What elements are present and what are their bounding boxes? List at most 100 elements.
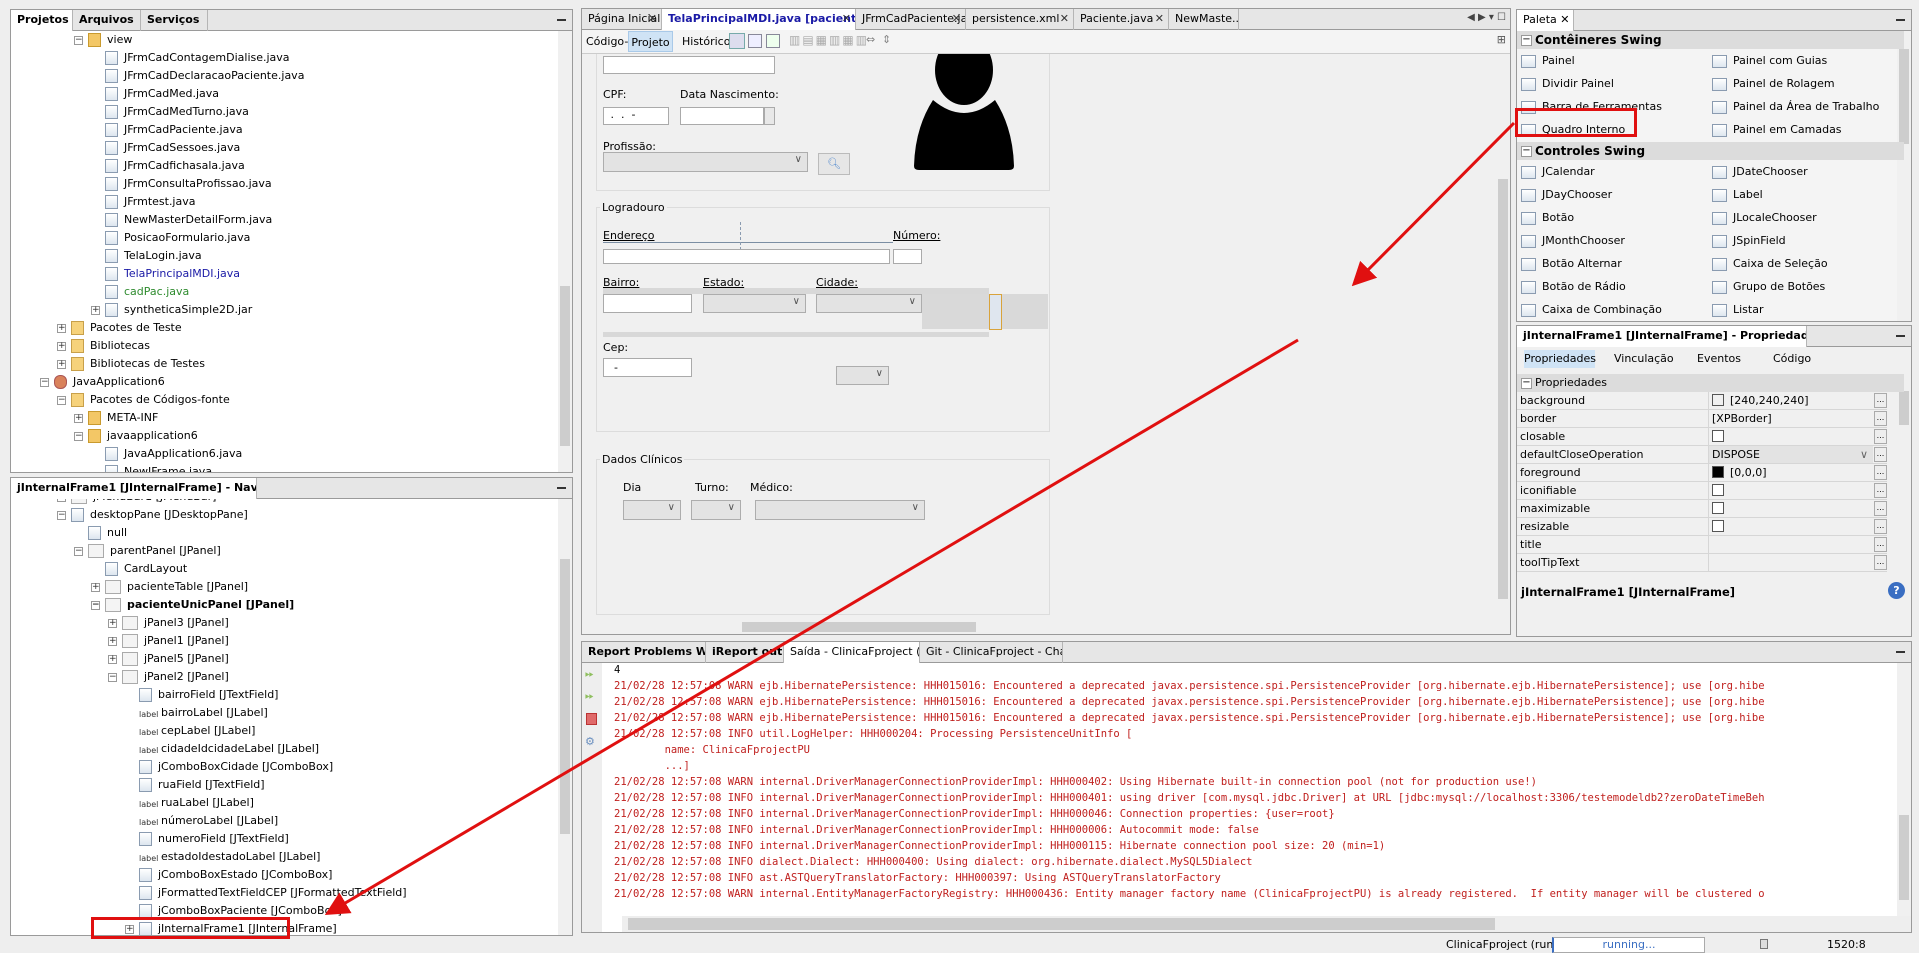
palette-item[interactable]: Listar [1712, 298, 1764, 321]
tree-item[interactable]: label estadoIdestadoLabel [JLabel] [139, 848, 320, 866]
projects-scrollbar[interactable] [558, 31, 572, 472]
cep-field[interactable]: - [603, 358, 692, 377]
tree-item[interactable]: − jPanel2 [JPanel] [108, 668, 229, 686]
tree-item[interactable]: JFrmCadContagemDialise.java [105, 49, 290, 67]
palette-item[interactable]: JLocaleChooser [1712, 206, 1817, 229]
selection-mode-icon[interactable] [729, 33, 745, 49]
tab-properties[interactable]: jInternalFrame1 [JInternalFrame] - Propr… [1517, 326, 1807, 347]
number-field[interactable] [893, 249, 922, 264]
tree-item[interactable]: label bairroLabel [JLabel] [139, 704, 268, 722]
resize-horizontal-icon[interactable]: ⇔ [866, 33, 875, 46]
scroll-thumb[interactable] [742, 622, 976, 632]
tree-item[interactable]: label númeroLabel [JLabel] [139, 812, 278, 830]
tree-item[interactable]: JFrmtest.java [105, 193, 195, 211]
tree-item[interactable]: + pacienteTable [JPanel] [91, 578, 248, 596]
tree-item[interactable]: + jPanel1 [JPanel] [108, 632, 229, 650]
tree-item[interactable]: jComboBoxEstado [JComboBox] [139, 866, 332, 884]
editor-hscrollbar[interactable] [582, 620, 1496, 634]
palette-item[interactable]: Painel com Guias [1712, 49, 1827, 72]
property-row[interactable]: maximizable... [1517, 500, 1887, 518]
ellipsis-button[interactable]: ... [1874, 555, 1887, 570]
scroll-thumb[interactable] [628, 918, 1495, 930]
scroll-thumb[interactable] [1899, 391, 1909, 425]
tree-item[interactable]: + jMenuBar1 [JMenuBar] [57, 499, 216, 506]
checkbox[interactable] [1712, 484, 1724, 496]
tree-item[interactable]: − JavaApplication6 [40, 373, 165, 391]
close-icon[interactable]: ✕ [842, 9, 851, 29]
tree-item[interactable]: numeroField [JTextField] [139, 830, 289, 848]
chevron-down-icon[interactable]: ∨ [1860, 446, 1868, 463]
preview-icon[interactable] [766, 34, 780, 48]
prop-tab-eventos[interactable]: Eventos [1697, 352, 1741, 365]
tree-item[interactable]: ruaField [JTextField] [139, 776, 265, 794]
expand-icon[interactable]: + [57, 324, 66, 333]
tab-servicos[interactable]: Serviços [141, 10, 208, 31]
tab-saida[interactable]: Saída - ClinicaFproject (run) ✕ [784, 642, 920, 663]
collapse-icon[interactable]: − [74, 547, 83, 556]
tab-paleta[interactable]: Paleta ✕ [1517, 10, 1574, 31]
tab-ireport-output[interactable]: iReport output [706, 642, 784, 663]
help-icon[interactable]: ? [1888, 582, 1905, 599]
collapse-icon[interactable]: − [108, 673, 117, 682]
collapse-icon[interactable]: − [40, 378, 49, 387]
palette-item[interactable]: Dividir Painel [1521, 72, 1614, 95]
city-combobox[interactable] [816, 294, 922, 313]
properties-section[interactable]: Propriedades [1517, 374, 1904, 392]
tree-item[interactable]: jComboBoxCidade [JComboBox] [139, 758, 333, 776]
ellipsis-button[interactable]: ... [1874, 465, 1887, 480]
palette-item[interactable]: Painel da Área de Trabalho [1712, 95, 1879, 118]
editor-tab[interactable]: Paciente.java ✕ [1074, 9, 1169, 30]
tree-item[interactable]: + syntheticaSimple2D.jar [91, 301, 252, 319]
palette-item[interactable]: JDateChooser [1712, 160, 1808, 183]
tree-item[interactable]: JFrmConsultaProfissao.java [105, 175, 272, 193]
palette-category[interactable]: Contêineres Swing [1517, 31, 1904, 49]
minimize-icon[interactable] [1896, 19, 1905, 21]
tree-item[interactable]: TelaPrincipalMDI.java [105, 265, 240, 283]
palette-item[interactable]: Caixa de Seleção [1712, 252, 1828, 275]
property-value[interactable]: [240,240,240] [1708, 392, 1873, 409]
tree-item[interactable]: − Pacotes de Códigos-fonte [57, 391, 230, 409]
collapse-icon[interactable]: − [74, 36, 83, 45]
internal-frame-component[interactable] [989, 294, 1002, 330]
palette-item[interactable]: Botão de Rádio [1521, 275, 1626, 298]
palette-item[interactable]: Painel [1521, 49, 1575, 72]
tab-navigator[interactable]: jInternalFrame1 [JInternalFrame] - Naveg… [11, 478, 257, 499]
ellipsis-button[interactable]: ... [1874, 537, 1887, 552]
calendar-icon[interactable] [764, 107, 775, 125]
checkbox[interactable] [1712, 502, 1724, 514]
tree-item[interactable]: + jPanel5 [JPanel] [108, 650, 229, 668]
tree-item[interactable]: PosicaoFormulario.java [105, 229, 250, 247]
tree-item[interactable]: − pacienteUnicPanel [JPanel] [91, 596, 294, 614]
cpf-field[interactable]: . . - [603, 107, 669, 125]
minimize-icon[interactable] [557, 19, 566, 21]
editor-tab[interactable]: TelaPrincipalMDI.java [pacienteUnicPanel… [662, 9, 856, 30]
rerun-icon[interactable]: ⏩︎ [585, 667, 594, 681]
tree-item[interactable]: cadPac.java [105, 283, 189, 301]
prop-tab-propriedades[interactable]: Propriedades [1524, 350, 1596, 368]
ellipsis-button[interactable]: ... [1874, 411, 1887, 426]
palette-item[interactable]: Botão [1521, 206, 1574, 229]
close-icon[interactable]: ✕ [1060, 9, 1069, 29]
search-button[interactable]: 🔍︎ [818, 153, 850, 175]
close-icon[interactable]: ✕ [1155, 9, 1164, 29]
minimize-icon[interactable] [557, 487, 566, 489]
editor-tab[interactable]: Página Inicial ✕ [582, 9, 662, 30]
editor-tab[interactable]: JFrmCadPaciente.java✕ [856, 9, 966, 30]
view-projeto[interactable]: Projeto [628, 31, 673, 52]
tree-item[interactable]: JFrmCadMed.java [105, 85, 219, 103]
tree-item[interactable]: label cidadeIdcidadeLabel [JLabel] [139, 740, 319, 758]
close-icon[interactable]: ✕ [1560, 13, 1569, 26]
palette-item[interactable]: JSpinField [1712, 229, 1786, 252]
tab-report-problems[interactable]: Report Problems Window [582, 642, 706, 663]
street-field[interactable] [603, 249, 890, 264]
palette-item[interactable]: Botão Alternar [1521, 252, 1622, 275]
district-field[interactable] [603, 294, 692, 313]
property-value[interactable] [1708, 482, 1873, 499]
property-row[interactable]: border [XPBorder]... [1517, 410, 1887, 428]
property-value[interactable]: [XPBorder] [1708, 410, 1873, 427]
prop-tab-codigo[interactable]: Código [1773, 352, 1811, 365]
tree-item[interactable]: + Bibliotecas [57, 337, 150, 355]
ellipsis-button[interactable]: ... [1874, 393, 1887, 408]
tree-item[interactable]: JavaApplication6.java [105, 445, 242, 463]
stop-icon[interactable] [586, 713, 597, 725]
